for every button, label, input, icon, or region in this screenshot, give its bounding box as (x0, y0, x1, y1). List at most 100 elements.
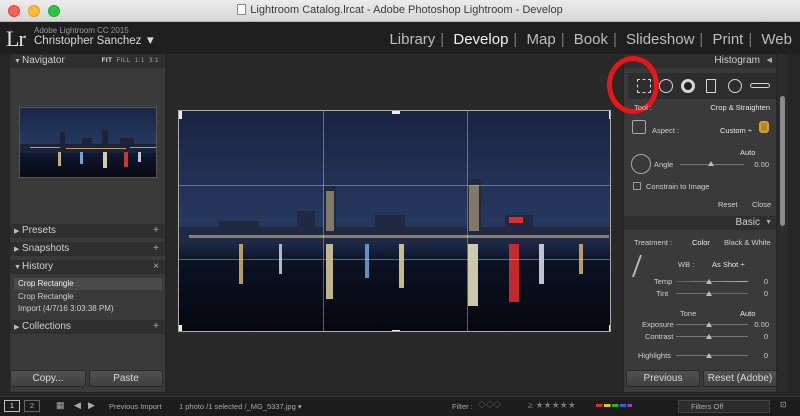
highlights-slider-knob[interactable] (706, 353, 712, 358)
crop-grid-line (179, 185, 610, 186)
color-label-filter[interactable] (596, 404, 632, 407)
highlights-slider[interactable] (676, 355, 748, 356)
basic-header[interactable]: Basic ▼ (624, 216, 776, 230)
crop-handle-top-left[interactable] (179, 111, 182, 119)
zoom-3-1[interactable]: 3:1 (149, 58, 159, 64)
exposure-value[interactable]: 0.00 (745, 320, 769, 329)
filmstrip-bar: 1 2 ▦ ◀ ▶ Previous Import 1 photo /1 sel… (0, 396, 800, 416)
module-book[interactable]: Book (574, 31, 608, 48)
add-collection-icon[interactable]: + (153, 320, 159, 334)
adjustment-brush-tool-icon[interactable] (750, 83, 770, 88)
user-name[interactable]: Christopher Sanchez ▼ (34, 35, 156, 47)
wb-dropdown[interactable]: As Shot ÷ (712, 260, 744, 269)
straighten-tool-icon[interactable] (631, 154, 651, 174)
angle-auto-button[interactable]: Auto (740, 148, 755, 157)
app-name: Adobe Lightroom CC 2015 (34, 26, 129, 35)
add-snapshot-icon[interactable]: + (153, 242, 159, 256)
crop-handle-top-right[interactable] (609, 111, 610, 119)
temp-slider[interactable] (676, 281, 748, 282)
collections-header[interactable]: ▶ Collections + (10, 320, 165, 334)
aspect-dropdown[interactable]: Custom ÷ (700, 126, 752, 135)
contrast-value[interactable]: 0 (758, 332, 768, 341)
history-item[interactable]: Import (4/7/16 3:03:38 PM) (14, 303, 162, 315)
filter-lock-icon[interactable]: ⊡ (780, 400, 787, 409)
right-panel-scrollbar[interactable] (778, 54, 788, 392)
copy-button[interactable]: Copy... (10, 370, 86, 387)
identity-plate: Lr Adobe Lightroom CC 2015 Christopher S… (0, 22, 800, 54)
filters-off-dropdown[interactable]: Filters Off (678, 400, 770, 413)
exposure-slider-knob[interactable] (706, 322, 712, 327)
module-library[interactable]: Library (389, 31, 435, 48)
display-2-button[interactable]: 2 (24, 400, 40, 412)
tone-auto-button[interactable]: Auto (740, 309, 755, 318)
display-1-button[interactable]: 1 (4, 400, 20, 412)
crop-handle-bottom-right[interactable] (609, 325, 610, 331)
treatment-bw-button[interactable]: Black & White (724, 238, 771, 247)
module-map[interactable]: Map (527, 31, 556, 48)
module-slideshow[interactable]: Slideshow (626, 31, 694, 48)
history-item[interactable]: Crop Rectangle (14, 278, 162, 290)
angle-value[interactable]: 0.00 (745, 160, 769, 169)
tint-slider[interactable] (676, 293, 748, 294)
contrast-slider-knob[interactable] (706, 334, 712, 339)
selection-info[interactable]: 1 photo /1 selected /_MG_5337.jpg ▾ (179, 402, 302, 411)
history-item[interactable]: Crop Rectangle (14, 291, 162, 303)
snapshots-header[interactable]: ▶ Snapshots + (10, 242, 165, 256)
crop-handle-top[interactable] (392, 111, 400, 114)
window-title-text: Lightroom Catalog.lrcat - Adobe Photosho… (250, 4, 563, 16)
treatment-color-button[interactable]: Color (692, 238, 710, 247)
scrollbar-thumb[interactable] (780, 96, 785, 226)
crop-close-button[interactable]: Close (752, 200, 771, 209)
next-arrow-icon[interactable]: ▶ (88, 400, 95, 411)
tint-value[interactable]: 0 (758, 289, 768, 298)
navigator-preview[interactable] (19, 107, 157, 178)
red-eye-tool-icon[interactable] (681, 79, 695, 93)
crop-overlay-image[interactable] (178, 110, 611, 332)
module-print[interactable]: Print (713, 31, 744, 48)
collapse-triangle-icon: ▼ (14, 264, 21, 271)
reset-adobe-button[interactable]: Reset (Adobe) (703, 370, 777, 387)
module-separator: | (748, 31, 753, 48)
previous-arrow-icon[interactable]: ◀ (74, 400, 81, 411)
module-develop[interactable]: Develop (453, 31, 508, 48)
rating-filter-stars[interactable]: ≥ ★★★★★ (528, 400, 576, 411)
highlights-value[interactable]: 0 (758, 351, 768, 360)
history-header[interactable]: ▼History × (10, 260, 165, 274)
crop-handle-bottom[interactable] (392, 330, 400, 331)
expand-triangle-icon: ▶ (14, 246, 20, 253)
document-icon (237, 4, 247, 15)
lock-icon[interactable] (759, 121, 769, 133)
add-preset-icon[interactable]: + (153, 224, 159, 238)
previous-button[interactable]: Previous (626, 370, 700, 387)
crop-frame-tool-icon[interactable] (632, 120, 646, 134)
temp-value[interactable]: 0 (758, 277, 768, 286)
crop-grid-line (467, 111, 468, 331)
flag-filter-icons[interactable]: ◇◇◇ (478, 399, 501, 410)
radial-filter-tool-icon[interactable] (728, 79, 742, 93)
angle-slider-knob[interactable] (708, 161, 714, 166)
tint-slider-knob[interactable] (706, 291, 712, 296)
graduated-filter-tool-icon[interactable] (706, 79, 716, 93)
temp-slider-knob[interactable] (706, 279, 712, 284)
basic-label: Basic (735, 217, 760, 228)
spot-removal-tool-icon[interactable] (659, 79, 673, 93)
window-title: Lightroom Catalog.lrcat - Adobe Photosho… (0, 4, 800, 16)
tool-value: Crop & Straighten (710, 103, 770, 112)
clear-history-icon[interactable]: × (153, 260, 159, 274)
module-separator: | (440, 31, 445, 48)
paste-button[interactable]: Paste (89, 370, 163, 387)
crop-handle-bottom-left[interactable] (179, 325, 182, 331)
exposure-slider[interactable] (676, 324, 748, 325)
grid-view-icon[interactable]: ▦ (56, 400, 66, 410)
constrain-checkbox[interactable] (633, 182, 641, 190)
zoom-1-1[interactable]: 1:1 (135, 58, 145, 64)
previous-import-label[interactable]: Previous Import (109, 402, 162, 411)
crop-reset-button[interactable]: Reset (718, 200, 738, 209)
zoom-fit[interactable]: FIT (102, 58, 113, 64)
zoom-fill[interactable]: FILL (117, 58, 131, 64)
navigator-header[interactable]: ▼Navigator FIT FILL 1:1 3:1 (10, 54, 165, 68)
module-web[interactable]: Web (761, 31, 792, 48)
presets-header[interactable]: ▶ Presets + (10, 224, 165, 238)
contrast-slider[interactable] (676, 336, 748, 337)
module-separator: | (699, 31, 704, 48)
